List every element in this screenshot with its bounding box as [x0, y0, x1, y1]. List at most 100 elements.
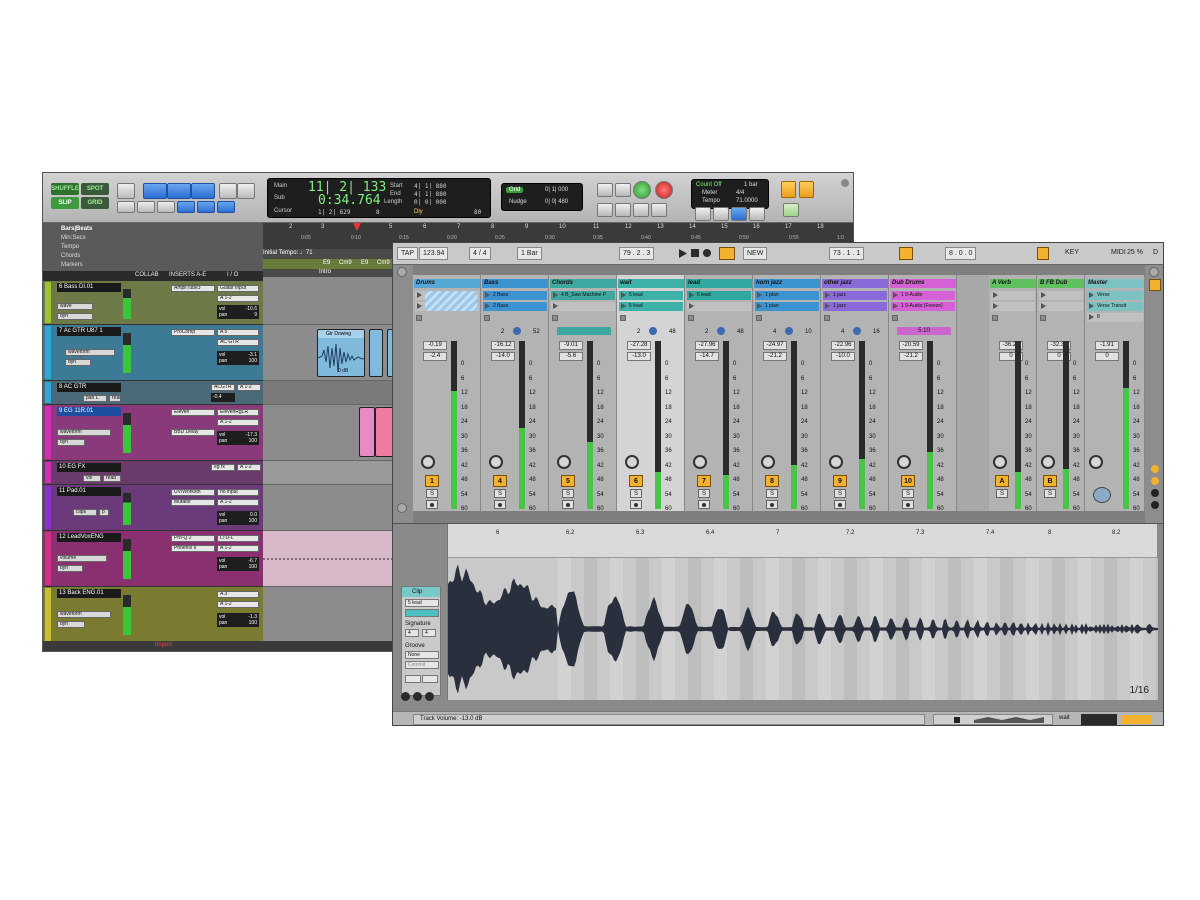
input-selector[interactable]: LTD-L — [217, 535, 259, 542]
track-view-selector[interactable]: volume — [57, 555, 107, 562]
channel-name[interactable]: A Verb — [990, 279, 1036, 288]
automation-selector[interactable]: dyn — [57, 439, 85, 446]
track-name[interactable]: 9 EG 11R.01 — [57, 407, 121, 416]
clip-slot[interactable]: 2 Bass — [483, 291, 547, 300]
slip-mode-button[interactable]: SLIP — [51, 197, 79, 209]
track-activator[interactable]: 7 — [697, 475, 711, 487]
track-name[interactable]: 6 Bass DI.01 — [57, 283, 121, 292]
pan-knob[interactable] — [1041, 455, 1055, 469]
clip-launch-icon[interactable] — [485, 303, 490, 309]
sample-tab-icon[interactable] — [413, 692, 422, 701]
clip-stop-button[interactable] — [756, 315, 762, 321]
zoom-preset-button[interactable] — [117, 201, 135, 213]
track-activator[interactable]: 9 — [833, 475, 847, 487]
track-name[interactable]: 7 Ac GTR U87 1 — [57, 327, 121, 336]
output-selector[interactable]: A 1-2 — [217, 419, 259, 426]
channel-name[interactable]: Dub Drums — [890, 279, 956, 288]
channel-name[interactable]: Bass — [482, 279, 548, 288]
clip-launch-icon[interactable] — [689, 303, 694, 309]
clip-launch-icon[interactable] — [553, 292, 558, 298]
track-row[interactable]: 8 AC GTR pan L read ACGTR A 1-2 -0.4 — [43, 381, 263, 405]
automation-selector[interactable]: dyn — [57, 621, 85, 628]
track-name[interactable]: 8 AC GTR — [57, 383, 121, 392]
clip-launch-icon[interactable] — [689, 292, 694, 298]
clip-stop-button[interactable] — [824, 315, 830, 321]
mixer-channel[interactable]: lead 6 lead 2 48 -27.96 -14.7 0 6 12 18 24 30 36 42 48… — [685, 275, 753, 512]
clip-slot[interactable] — [1039, 302, 1083, 311]
play-button[interactable] — [633, 181, 651, 199]
pan-knob-icon[interactable] — [785, 327, 793, 335]
vol-pan-display[interactable]: vol 0.0 pan 100 — [217, 511, 259, 525]
sample-waveform[interactable] — [448, 558, 1158, 700]
vol-display[interactable]: -0.4 — [211, 393, 235, 402]
track-activator[interactable]: 6 — [629, 475, 643, 487]
clip-slot[interactable] — [991, 302, 1035, 311]
clip-tab-icon[interactable] — [401, 692, 410, 701]
arrow-down-button[interactable] — [799, 181, 814, 198]
draw-mode-button[interactable] — [1037, 247, 1049, 260]
pan-knob[interactable] — [1089, 455, 1103, 469]
group-clip-slot[interactable] — [425, 291, 477, 311]
green-arrow-button[interactable] — [783, 203, 799, 217]
grid-label[interactable]: Grid — [506, 187, 524, 193]
mixer-channel[interactable]: other jazz 1 jazz 1 jazz 4 16 -22.96 -10.0 0 6 12… — [821, 275, 889, 512]
help-toggle-icon[interactable] — [1149, 267, 1159, 277]
track-name[interactable]: 12 LeadVoxENG — [57, 533, 121, 542]
pan-knob[interactable] — [625, 455, 639, 469]
track-row[interactable]: 11 Pad.01 clips p UVIWorkstn Mutator no … — [43, 485, 263, 531]
sample-editor[interactable]: 6 6.2 6.3 6.4 7 7.2 7.3 7.4 8 8.2 1/16 — [447, 524, 1158, 700]
clip-slot[interactable]: Verse Transit — [1087, 302, 1143, 311]
insert-slot[interactable]: Pro-Q 2 — [171, 535, 215, 542]
clip-slot[interactable]: 1 9-Audio — [891, 291, 955, 300]
pan-knob[interactable] — [897, 455, 911, 469]
clip-launch-icon[interactable] — [893, 303, 898, 309]
clip-stop-button[interactable] — [484, 315, 490, 321]
clip-stop-button[interactable] — [892, 315, 898, 321]
vol-pan-display[interactable]: vol -6.7 pan 100 — [217, 557, 259, 571]
spot-mode-button[interactable]: SPOT — [81, 183, 109, 195]
volume-field[interactable]: -14.7 — [695, 352, 719, 361]
insert-slot[interactable]: Mutator — [171, 499, 215, 506]
output-selector[interactable]: A 1-2 — [237, 384, 261, 391]
input-selector[interactable]: A 3 — [217, 591, 259, 598]
arrow-up-button[interactable] — [781, 181, 796, 198]
clip-launch-icon[interactable] — [757, 292, 762, 298]
insert-slot[interactable]: ProComp — [171, 329, 215, 336]
insert-slot[interactable]: AmpliTube3 — [171, 285, 215, 292]
vol-pan-display[interactable]: vol -3.1 pan 100 — [217, 351, 259, 365]
mixer-channel[interactable]: B FB Dub -32.32 0 0 6 12 18 24 30 36 42 48 54 60 B S — [1037, 275, 1085, 512]
pan-knob[interactable] — [761, 455, 775, 469]
grid-mode-button[interactable]: GRID — [81, 197, 109, 209]
automation-selector[interactable]: dyn — [57, 565, 83, 572]
play-icon[interactable] — [679, 249, 687, 258]
bpm-field[interactable]: 123.94 — [419, 247, 449, 260]
volume-field[interactable]: -5.6 — [559, 352, 583, 361]
audio-clip[interactable]: Gtr Dowing 0 dB — [317, 329, 365, 377]
clip-slot[interactable] — [1039, 291, 1083, 300]
volume-automation-line[interactable] — [263, 531, 403, 587]
go-to-end-button[interactable] — [651, 203, 667, 217]
output-selector[interactable]: A 1-2 — [217, 545, 259, 552]
returns-toggle-icon[interactable] — [1151, 489, 1159, 497]
solo-button[interactable]: S — [698, 489, 710, 498]
arm-button[interactable] — [834, 500, 846, 509]
clip-stop-button[interactable] — [416, 315, 422, 321]
volume-field[interactable]: -2.4 — [423, 352, 447, 361]
online-button[interactable] — [597, 183, 613, 197]
clip-slot[interactable]: 1 plan — [755, 291, 819, 300]
clip-stop-button[interactable] — [1040, 315, 1046, 321]
input-selector[interactable]: eg fx — [211, 464, 235, 471]
solo-button[interactable]: S — [902, 489, 914, 498]
mixer-channel[interactable]: horn jazz 1 plan 1 plan 4 10 -24.97 -21.2 0 6 12 1… — [753, 275, 821, 512]
clip-slot[interactable] — [991, 291, 1035, 300]
solo-button[interactable]: S — [766, 489, 778, 498]
track-row[interactable]: 12 LeadVoxENG volume dyn Pro-Q 2 Phoenix… — [43, 531, 263, 587]
clip-launch-icon[interactable] — [825, 303, 830, 309]
clip-launch-icon[interactable] — [757, 303, 762, 309]
zoom-preset-button[interactable] — [137, 201, 155, 213]
overview-strip[interactable] — [933, 714, 1053, 725]
clip-stop-button[interactable] — [688, 315, 694, 321]
clip-nav-button[interactable] — [422, 675, 438, 683]
arm-button[interactable] — [902, 500, 914, 509]
chord-item[interactable]: Cm9 — [339, 260, 352, 266]
